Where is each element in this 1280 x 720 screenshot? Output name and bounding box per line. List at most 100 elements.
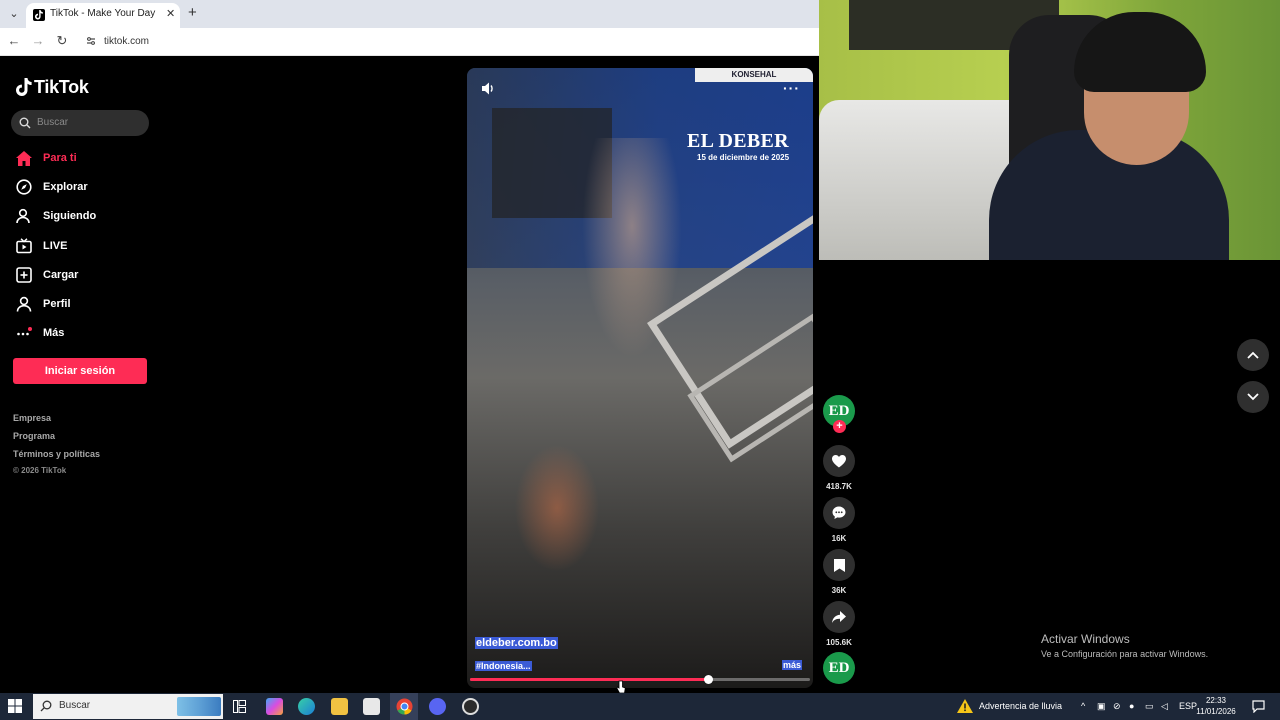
live-icon [16, 238, 32, 254]
clock-date: 11/01/2026 [1196, 707, 1236, 716]
bookmark-icon [833, 558, 845, 572]
language-indicator[interactable]: ESP [1179, 701, 1197, 711]
file-explorer-icon[interactable] [331, 698, 348, 715]
system-clock[interactable]: 22:33 11/01/2026 [1196, 695, 1236, 717]
chevron-up-icon [1247, 351, 1259, 359]
previous-video-button[interactable] [1237, 339, 1269, 371]
nav-item-mas[interactable]: Más [16, 323, 64, 343]
comment-button[interactable] [823, 497, 855, 529]
watermark-date: 15 de diciembre de 2025 [697, 153, 790, 162]
save-count: 36K [831, 586, 847, 595]
caption-hashtag[interactable]: #Indonesia... [475, 661, 532, 671]
search-input[interactable]: Buscar [11, 110, 149, 136]
forward-icon[interactable]: → [30, 33, 46, 49]
copilot-icon[interactable] [266, 698, 283, 715]
nav-item-cargar[interactable]: Cargar [16, 265, 78, 285]
comment-icon [832, 506, 846, 519]
nav-label: Para ti [43, 152, 77, 164]
nav-item-para-ti[interactable]: Para ti [16, 148, 77, 168]
search-placeholder: Buscar [37, 117, 69, 128]
footer-link-programa[interactable]: Programa [13, 431, 55, 441]
windows-taskbar: Buscar Advertencia de lluvia ^ ▣ ⊘ ● ▭ ◁… [0, 693, 1280, 720]
clock-time: 22:33 [1205, 696, 1227, 705]
meet-now-icon[interactable]: ▣ [1097, 701, 1106, 712]
task-view-icon[interactable] [233, 700, 246, 713]
new-tab-icon[interactable]: + [188, 4, 197, 21]
screen: ⌄ TikTok - Make Your Day ✕ + ← → ↻ tikto… [0, 0, 1280, 720]
discord-icon[interactable] [429, 698, 446, 715]
more-options-icon[interactable]: ··· [783, 80, 800, 96]
search-icon [40, 700, 52, 712]
network-icon[interactable]: ▭ [1145, 701, 1154, 712]
browser-tab-bar: ⌄ TikTok - Make Your Day ✕ + [0, 0, 820, 28]
music-disc-avatar[interactable]: ED [823, 652, 855, 684]
tiktok-logo[interactable]: TikTok [16, 76, 89, 98]
obs-icon[interactable] [462, 698, 479, 715]
like-button[interactable] [823, 445, 855, 477]
logo-text: TikTok [34, 76, 89, 97]
taskbar-search-input[interactable]: Buscar [33, 694, 223, 719]
volume-icon[interactable] [482, 82, 496, 95]
network-off-icon[interactable]: ⊘ [1113, 701, 1121, 712]
share-button[interactable] [823, 601, 855, 633]
watermark-title: EL DEBER [687, 130, 789, 152]
heart-icon [832, 454, 846, 467]
nav-label: Perfil [43, 298, 71, 310]
search-icon [19, 117, 31, 129]
chevron-down-icon [1247, 393, 1259, 401]
upload-icon [16, 267, 32, 283]
browser-tab[interactable]: TikTok - Make Your Day ✕ [26, 3, 180, 28]
mouse-cursor-icon [616, 680, 626, 694]
profile-icon [16, 296, 32, 312]
address-bar[interactable]: tiktok.com [104, 36, 149, 47]
copyright: © 2026 TikTok [13, 466, 67, 475]
footer-link-empresa[interactable]: Empresa [13, 413, 51, 423]
user-icon [16, 208, 32, 224]
caption-more-button[interactable]: más [782, 660, 803, 670]
nav-item-perfil[interactable]: Perfil [16, 294, 71, 314]
video-player[interactable]: KONSEHAL EL DEBER 15 de diciembre de 202… [467, 68, 813, 688]
nav-label: LIVE [43, 240, 68, 252]
tiktok-favicon-icon [33, 9, 45, 21]
weather-text: Advertencia de lluvia [979, 701, 1063, 711]
next-video-button[interactable] [1237, 381, 1269, 413]
video-progress-bar[interactable] [470, 675, 810, 684]
windows-start-icon[interactable] [8, 699, 22, 713]
store-icon[interactable] [363, 698, 380, 715]
nav-item-explorar[interactable]: Explorar [16, 177, 88, 197]
nav-item-live[interactable]: LIVE [16, 236, 67, 256]
caption-link[interactable]: eldeber.com.bo [475, 637, 558, 649]
taskbar-search-placeholder: Buscar [59, 700, 91, 711]
tray-expand-icon[interactable]: ^ [1081, 701, 1085, 711]
tab-close-icon[interactable]: ✕ [166, 7, 175, 20]
weather-widget[interactable]: Advertencia de lluvia [957, 699, 1062, 713]
compass-icon [16, 179, 32, 195]
notifications-icon[interactable] [1252, 700, 1265, 713]
tab-search-chevron-icon[interactable]: ⌄ [6, 6, 22, 22]
home-icon [16, 150, 32, 166]
more-dots-icon [16, 325, 32, 341]
warning-icon [957, 699, 973, 713]
webcam-overlay [819, 0, 1280, 260]
reload-icon[interactable]: ↻ [54, 33, 70, 49]
save-button[interactable] [823, 549, 855, 581]
follow-plus-icon[interactable]: + [833, 420, 846, 433]
login-button[interactable]: Iniciar sesión [13, 358, 147, 384]
like-count: 418.7K [826, 482, 852, 491]
video-progress-handle[interactable] [704, 675, 713, 684]
footer-link-terminos[interactable]: Términos y políticas [13, 449, 100, 459]
nav-label: Cargar [43, 269, 79, 281]
back-icon[interactable]: ← [6, 33, 22, 49]
share-arrow-icon [832, 611, 846, 623]
microphone-icon[interactable]: ● [1129, 701, 1134, 711]
browser-toolbar: ← → ↻ tiktok.com [0, 28, 820, 56]
activate-windows-subtitle: Ve a Configuración para activar Windows. [1041, 649, 1209, 659]
nav-label: Siguiendo [43, 210, 97, 222]
edge-icon[interactable] [298, 698, 315, 715]
site-settings-icon[interactable] [86, 36, 96, 46]
chrome-icon[interactable] [396, 698, 413, 715]
nav-item-siguiendo[interactable]: Siguiendo [16, 206, 96, 226]
nav-label: Explorar [43, 181, 88, 193]
comment-count: 16K [831, 534, 847, 543]
speaker-icon[interactable]: ◁ [1161, 701, 1168, 712]
